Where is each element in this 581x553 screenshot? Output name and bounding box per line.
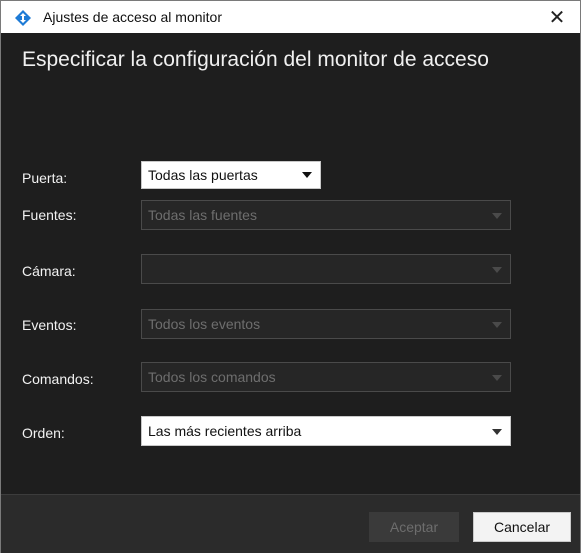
chevron-down-icon <box>492 322 502 328</box>
comandos-value: Todos los comandos <box>148 369 276 385</box>
chevron-down-icon <box>302 172 312 178</box>
comandos-label: Comandos: <box>22 371 94 387</box>
comandos-dropdown[interactable]: Todos los comandos <box>141 362 511 392</box>
fuentes-label: Fuentes: <box>22 207 77 223</box>
close-icon: ✕ <box>548 6 566 29</box>
page-title: Especificar la configuración del monitor… <box>22 48 489 71</box>
camara-dropdown[interactable] <box>141 254 511 284</box>
chevron-down-icon <box>492 375 502 381</box>
puerta-dropdown[interactable]: Todas las puertas <box>141 161 321 189</box>
orden-label: Orden: <box>22 425 65 441</box>
orden-value: Las más recientes arriba <box>148 423 302 439</box>
chevron-down-icon <box>492 213 502 219</box>
puerta-value: Todas las puertas <box>148 167 258 183</box>
dialog-window: Ajustes de acceso al monitor ✕ Especific… <box>0 0 581 553</box>
eventos-dropdown[interactable]: Todos los eventos <box>141 309 511 339</box>
camara-label: Cámara: <box>22 263 76 279</box>
cancel-button[interactable]: Cancelar <box>473 512 571 542</box>
app-logo-icon <box>15 10 31 26</box>
puerta-label: Puerta: <box>22 170 68 186</box>
accept-button[interactable]: Aceptar <box>369 512 459 542</box>
chevron-down-icon <box>492 267 502 273</box>
eventos-label: Eventos: <box>22 317 77 333</box>
fuentes-dropdown[interactable]: Todas las fuentes <box>141 200 511 230</box>
eventos-value: Todos los eventos <box>148 316 261 332</box>
title-bar: Ajustes de acceso al monitor ✕ <box>1 1 580 33</box>
dialog-footer: Aceptar Cancelar <box>1 494 580 553</box>
fuentes-value: Todas las fuentes <box>148 207 257 223</box>
chevron-down-icon <box>492 429 502 435</box>
orden-dropdown[interactable]: Las más recientes arriba <box>141 416 511 446</box>
window-title: Ajustes de acceso al monitor <box>43 9 222 25</box>
close-button[interactable]: ✕ <box>534 1 580 33</box>
